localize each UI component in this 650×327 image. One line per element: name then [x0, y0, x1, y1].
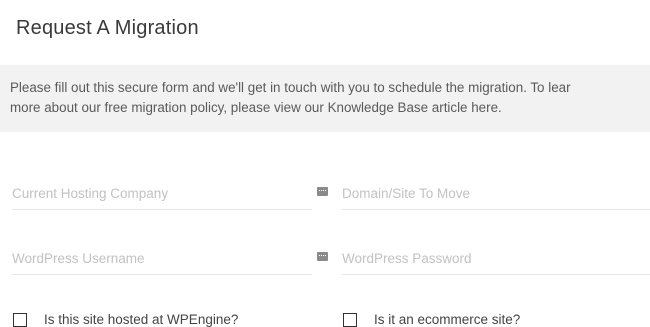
hosting-company-input[interactable] [12, 182, 312, 204]
domain-field[interactable] [342, 182, 650, 210]
keyboard-icon [317, 252, 328, 261]
wp-password-input[interactable] [342, 247, 650, 269]
info-notice: Please fill out this secure form and we'… [0, 65, 650, 132]
checkbox-box[interactable] [343, 313, 357, 327]
notice-line-2: more about our free migration policy, pl… [10, 100, 502, 115]
page-title: Request A Migration [16, 17, 199, 39]
keyboard-icon [317, 187, 328, 196]
notice-line-1: Please fill out this secure form and we'… [10, 80, 571, 95]
ecommerce-checkbox-label: Is it an ecommerce site? [374, 312, 521, 327]
ecommerce-checkbox[interactable]: Is it an ecommerce site? [343, 312, 520, 327]
hosting-company-field[interactable] [12, 182, 312, 210]
wpengine-checkbox-label: Is this site hosted at WPEngine? [44, 312, 239, 327]
wp-password-field[interactable] [342, 247, 650, 275]
wp-username-field[interactable] [12, 247, 312, 275]
wp-username-input[interactable] [12, 247, 312, 269]
wpengine-checkbox[interactable]: Is this site hosted at WPEngine? [13, 312, 238, 327]
domain-input[interactable] [342, 182, 650, 204]
checkbox-box[interactable] [13, 313, 27, 327]
